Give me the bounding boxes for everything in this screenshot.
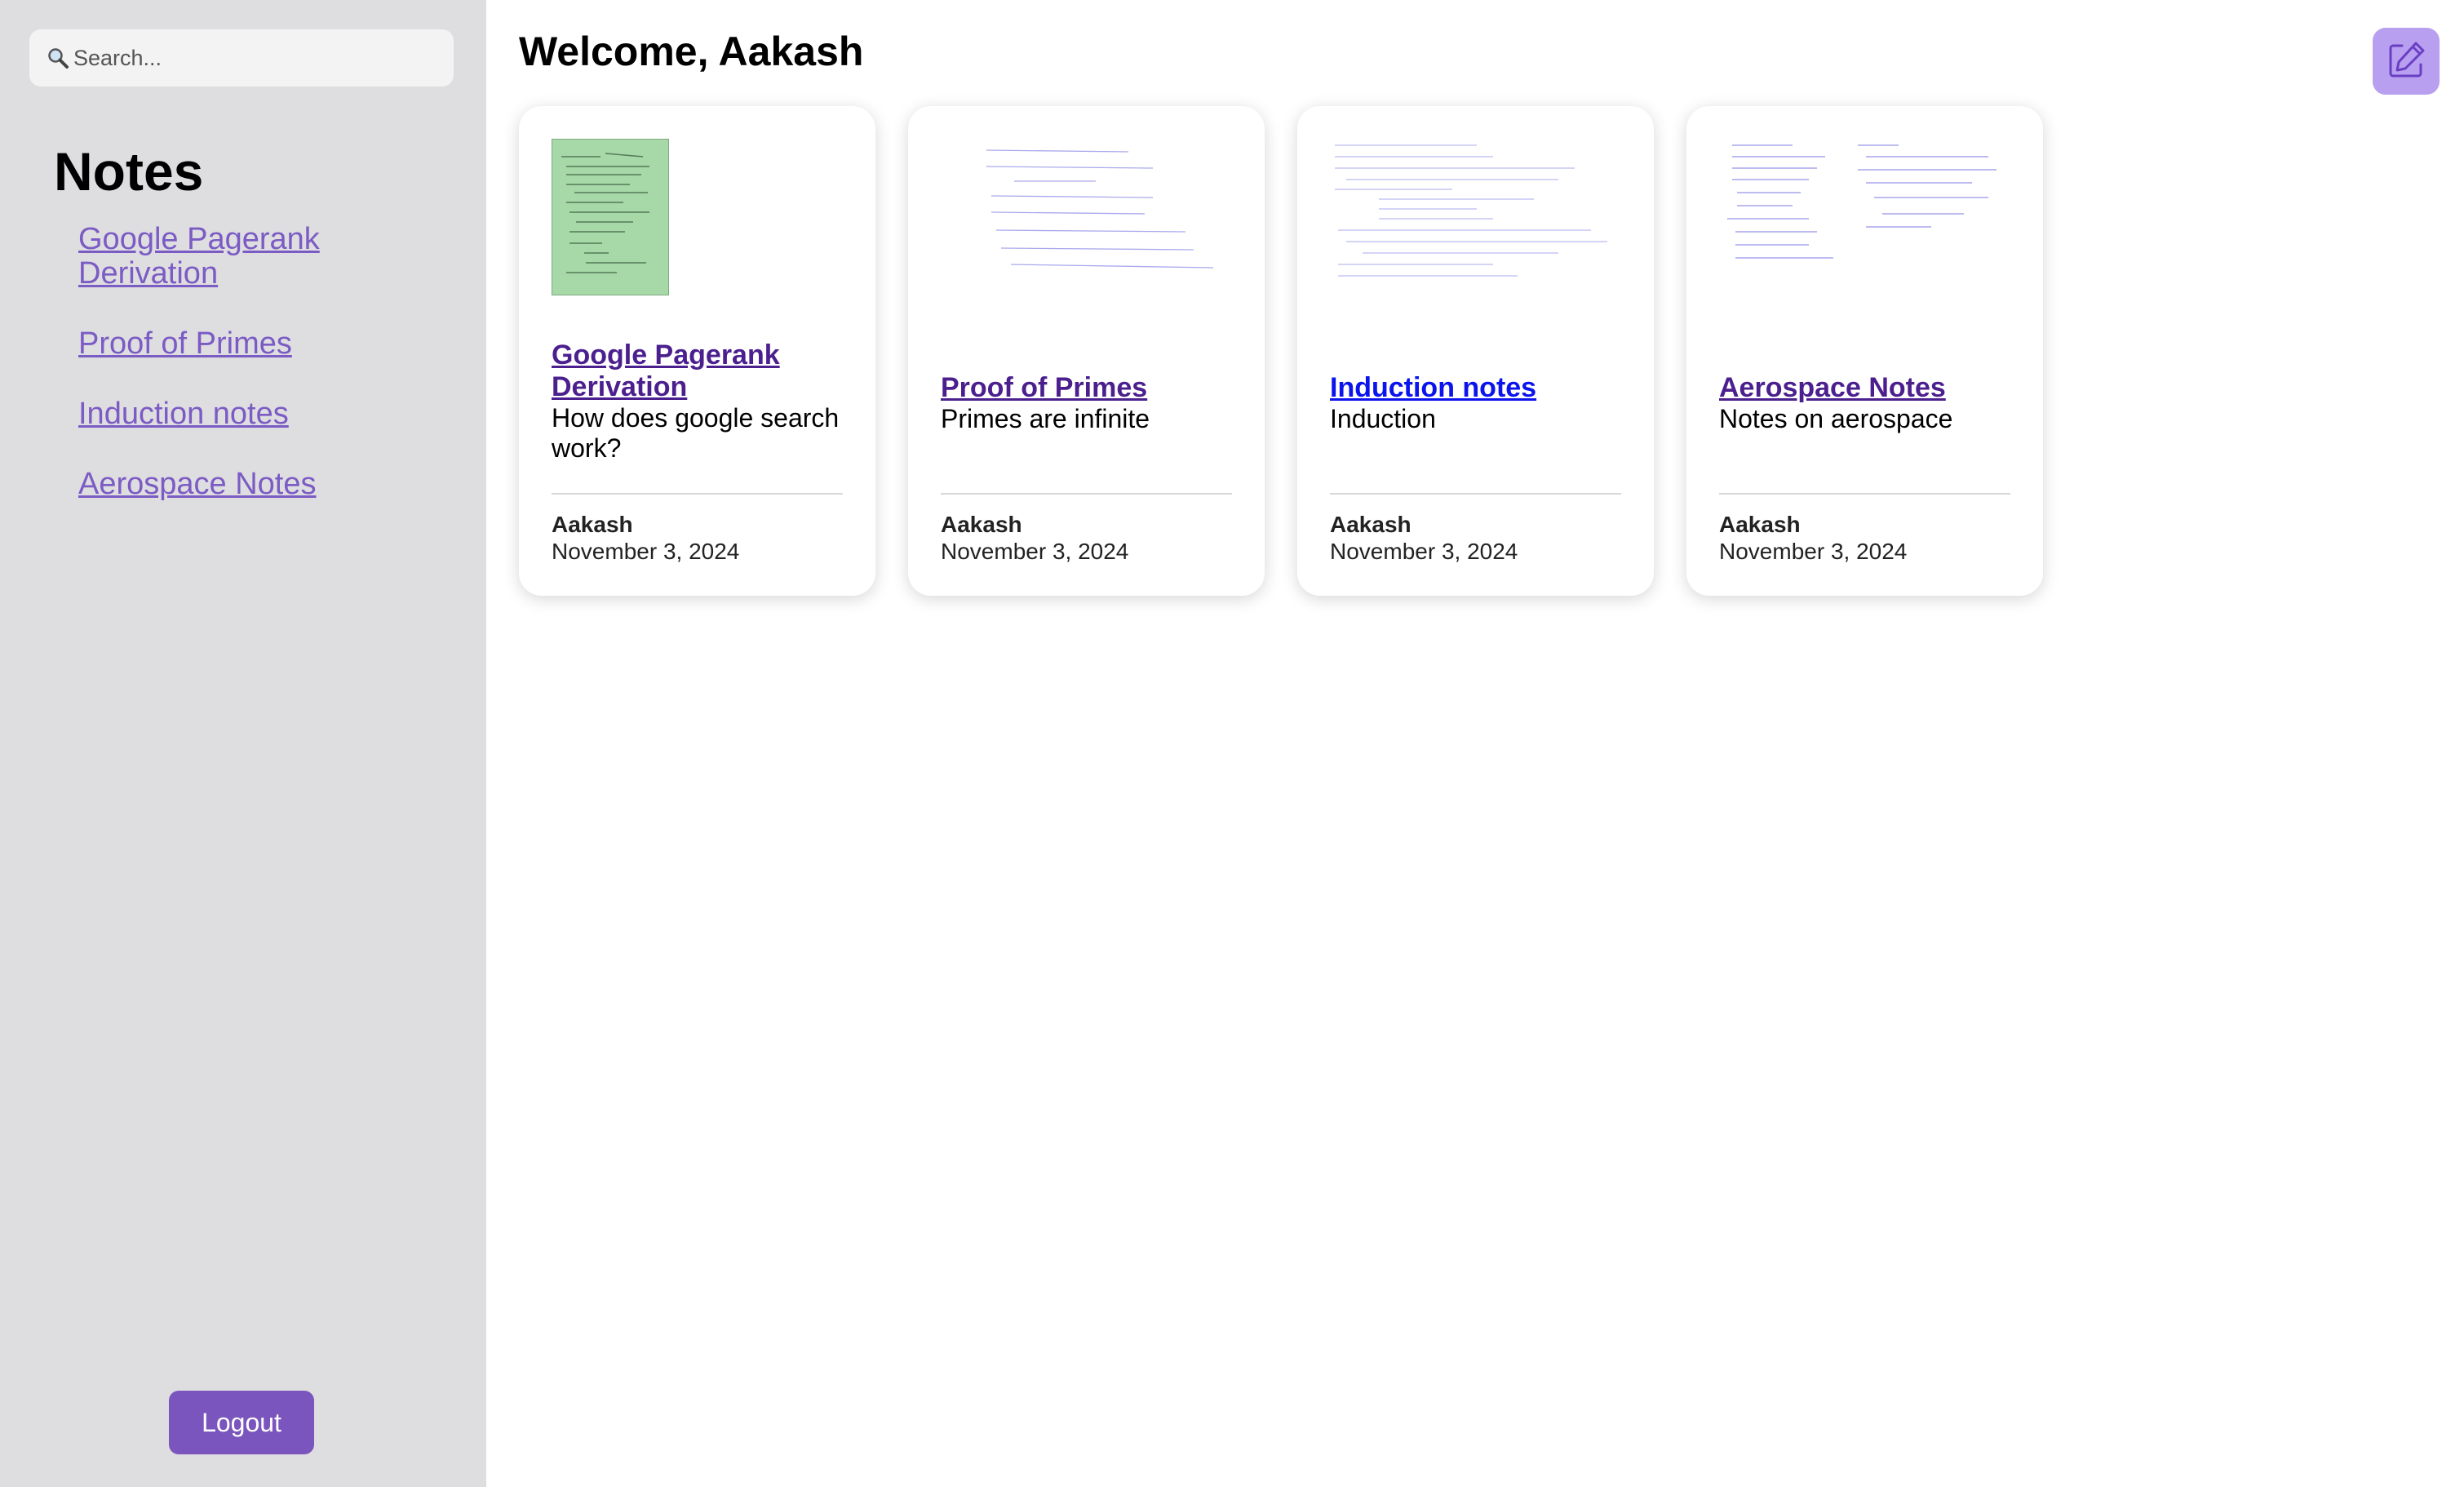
note-author: Aakash	[1330, 512, 1411, 537]
note-author: Aakash	[552, 512, 633, 537]
search-box[interactable]	[29, 29, 454, 87]
app-window: Notes Google Pagerank Derivation Proof o…	[0, 0, 2464, 1487]
sidebar: Notes Google Pagerank Derivation Proof o…	[0, 0, 486, 1487]
edit-note-icon	[2384, 38, 2428, 85]
logout-button[interactable]: Logout	[169, 1391, 314, 1454]
sidebar-item-aerospace-notes[interactable]: Aerospace Notes	[78, 467, 437, 501]
note-date: November 3, 2024	[1719, 539, 1908, 564]
note-date: November 3, 2024	[1330, 539, 1518, 564]
search-input[interactable]	[73, 38, 432, 78]
note-description: Induction	[1330, 404, 1436, 433]
note-date: November 3, 2024	[552, 539, 740, 564]
page-title: Welcome, Aakash	[519, 29, 864, 74]
note-thumbnail	[551, 138, 843, 296]
note-description: Primes are infinite	[941, 404, 1150, 433]
note-title-link[interactable]: Google Pagerank Derivation	[552, 340, 843, 403]
note-card[interactable]: Google Pagerank Derivation How does goog…	[519, 106, 875, 596]
notes-grid: Google Pagerank Derivation How does goog…	[519, 106, 2043, 596]
search-icon	[44, 44, 72, 72]
note-footer: Aakash November 3, 2024	[552, 493, 843, 565]
note-description: Notes on aerospace	[1719, 404, 1953, 433]
note-thumbnail	[941, 139, 1232, 295]
note-thumbnail	[1719, 139, 2010, 295]
note-title-link[interactable]: Aerospace Notes	[1719, 372, 2010, 404]
sidebar-title: Notes	[54, 141, 204, 202]
notes-nav: Google Pagerank Derivation Proof of Prim…	[78, 222, 437, 537]
note-card[interactable]: Induction notes Induction Aakash Novembe…	[1297, 106, 1654, 596]
note-thumbnail	[1330, 139, 1621, 295]
sidebar-item-induction-notes[interactable]: Induction notes	[78, 397, 437, 431]
note-title-link[interactable]: Induction notes	[1330, 372, 1621, 404]
note-description: How does google search work?	[552, 403, 840, 463]
note-footer: Aakash November 3, 2024	[1719, 493, 2010, 565]
note-author: Aakash	[1719, 512, 1801, 537]
note-card[interactable]: Proof of Primes Primes are infinite Aaka…	[908, 106, 1265, 596]
note-footer: Aakash November 3, 2024	[941, 493, 1232, 565]
note-author: Aakash	[941, 512, 1022, 537]
new-note-button[interactable]	[2373, 28, 2440, 95]
note-footer: Aakash November 3, 2024	[1330, 493, 1621, 565]
note-title-link[interactable]: Proof of Primes	[941, 372, 1232, 404]
sidebar-item-google-pagerank[interactable]: Google Pagerank Derivation	[78, 222, 437, 291]
main-content: Welcome, Aakash Google Pagerank Derivati…	[486, 0, 2464, 1487]
note-card[interactable]: Aerospace Notes Notes on aerospace Aakas…	[1686, 106, 2043, 596]
note-date: November 3, 2024	[941, 539, 1129, 564]
sidebar-item-proof-of-primes[interactable]: Proof of Primes	[78, 326, 437, 361]
